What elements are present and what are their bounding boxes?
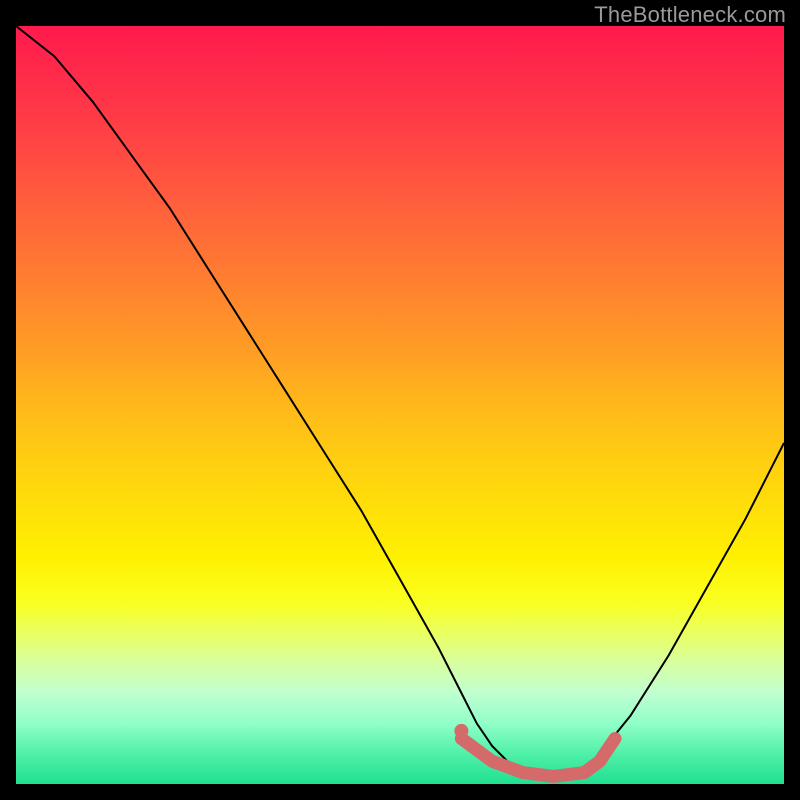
- chart-svg: [16, 26, 784, 784]
- bottleneck-curve: [16, 26, 784, 776]
- plot-area: [16, 26, 784, 784]
- watermark-text: TheBottleneck.com: [594, 2, 786, 28]
- optimal-range-highlight: [461, 739, 615, 777]
- highlight-start-dot: [454, 724, 468, 738]
- chart-frame: TheBottleneck.com: [0, 0, 800, 800]
